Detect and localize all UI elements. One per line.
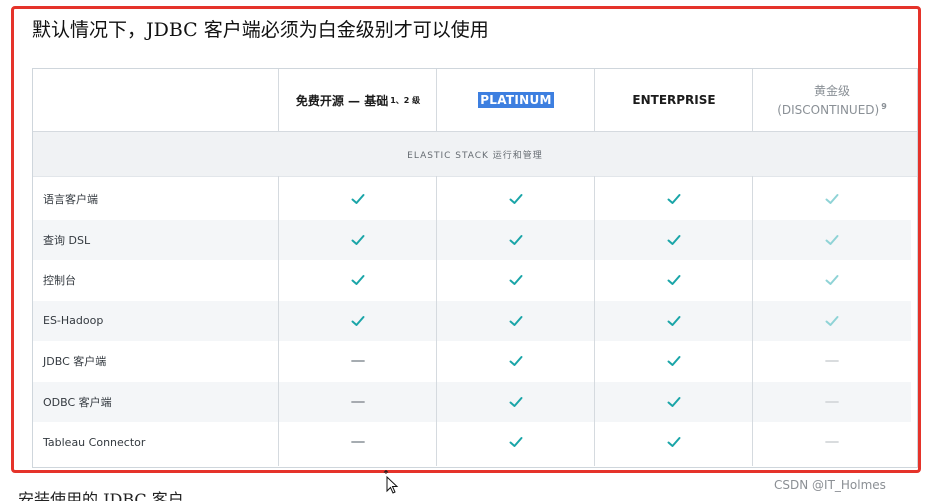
highlight-frame	[11, 6, 921, 473]
mouse-cursor-icon	[383, 470, 399, 494]
partial-body-text: 安装使用的 JDBC 客户	[18, 490, 184, 501]
watermark: CSDN @IT_Holmes	[774, 478, 886, 492]
